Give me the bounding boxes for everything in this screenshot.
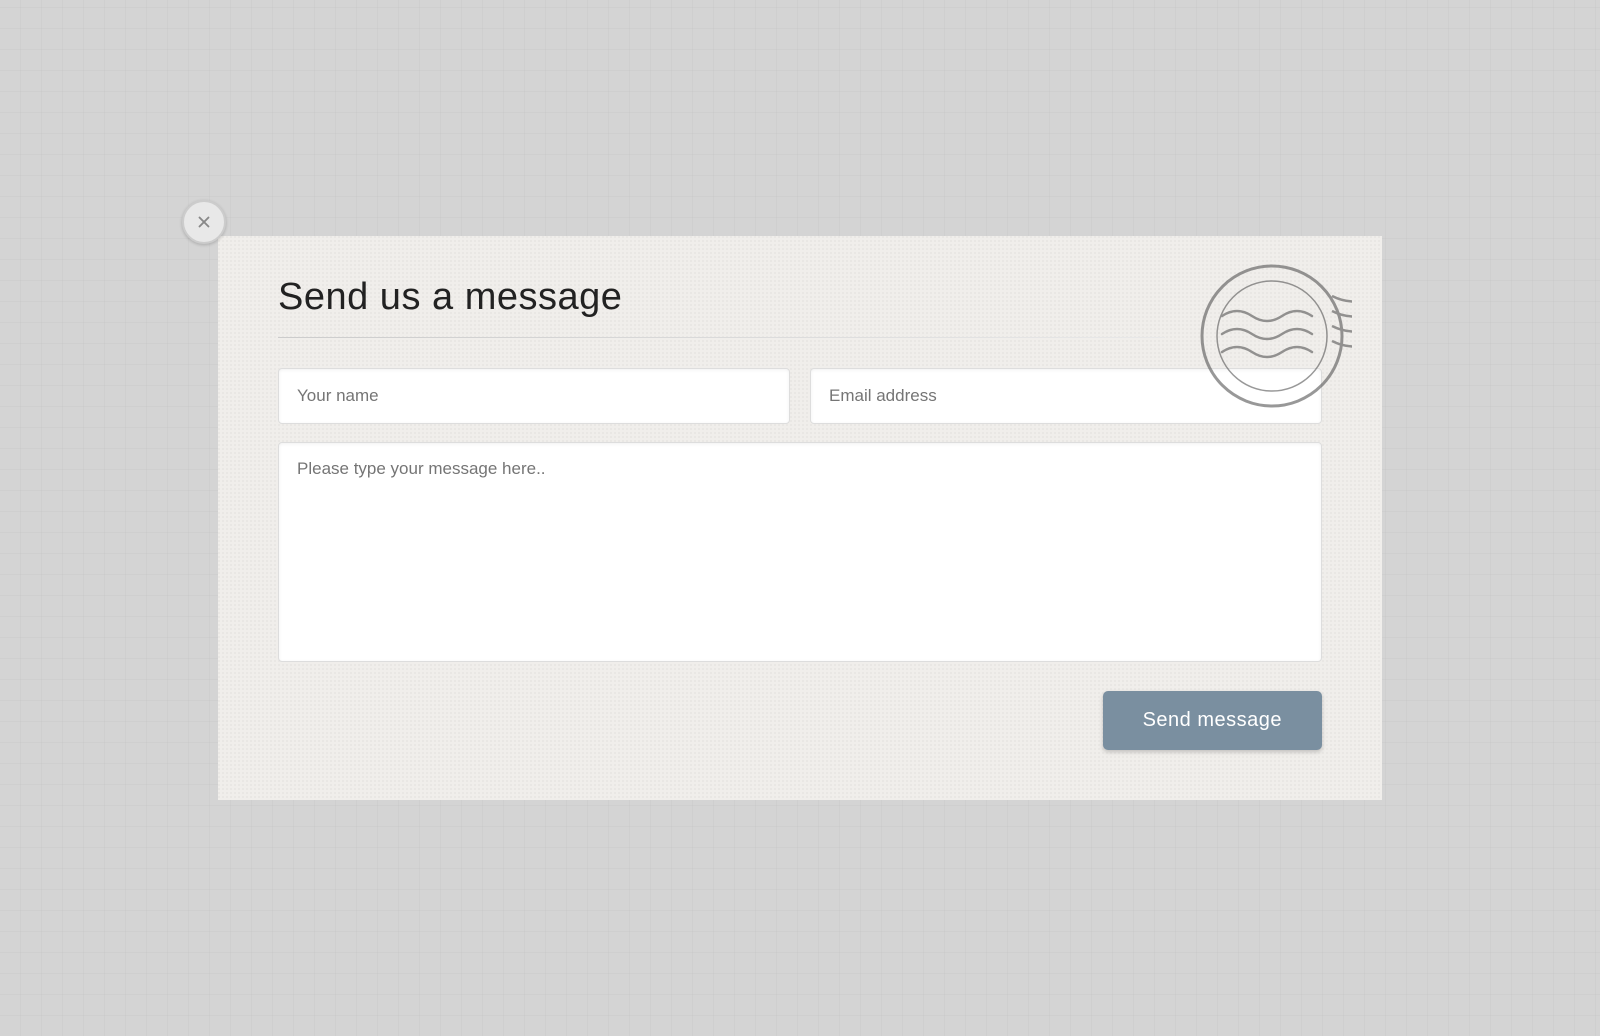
- form-footer: Send message: [278, 691, 1322, 750]
- title-divider: [278, 337, 1165, 338]
- modal-title: Send us a message: [278, 276, 1322, 319]
- modal-wrapper: Send us a message Send message: [200, 218, 1400, 818]
- name-email-row: [278, 368, 1322, 424]
- name-input[interactable]: [278, 368, 790, 424]
- envelope: Send us a message Send message: [200, 218, 1400, 818]
- envelope-inner: Send us a message Send message: [218, 236, 1382, 800]
- postmark-stamp: [1192, 256, 1352, 416]
- send-message-button[interactable]: Send message: [1103, 691, 1322, 750]
- close-button[interactable]: [182, 200, 226, 244]
- message-textarea[interactable]: [278, 442, 1322, 662]
